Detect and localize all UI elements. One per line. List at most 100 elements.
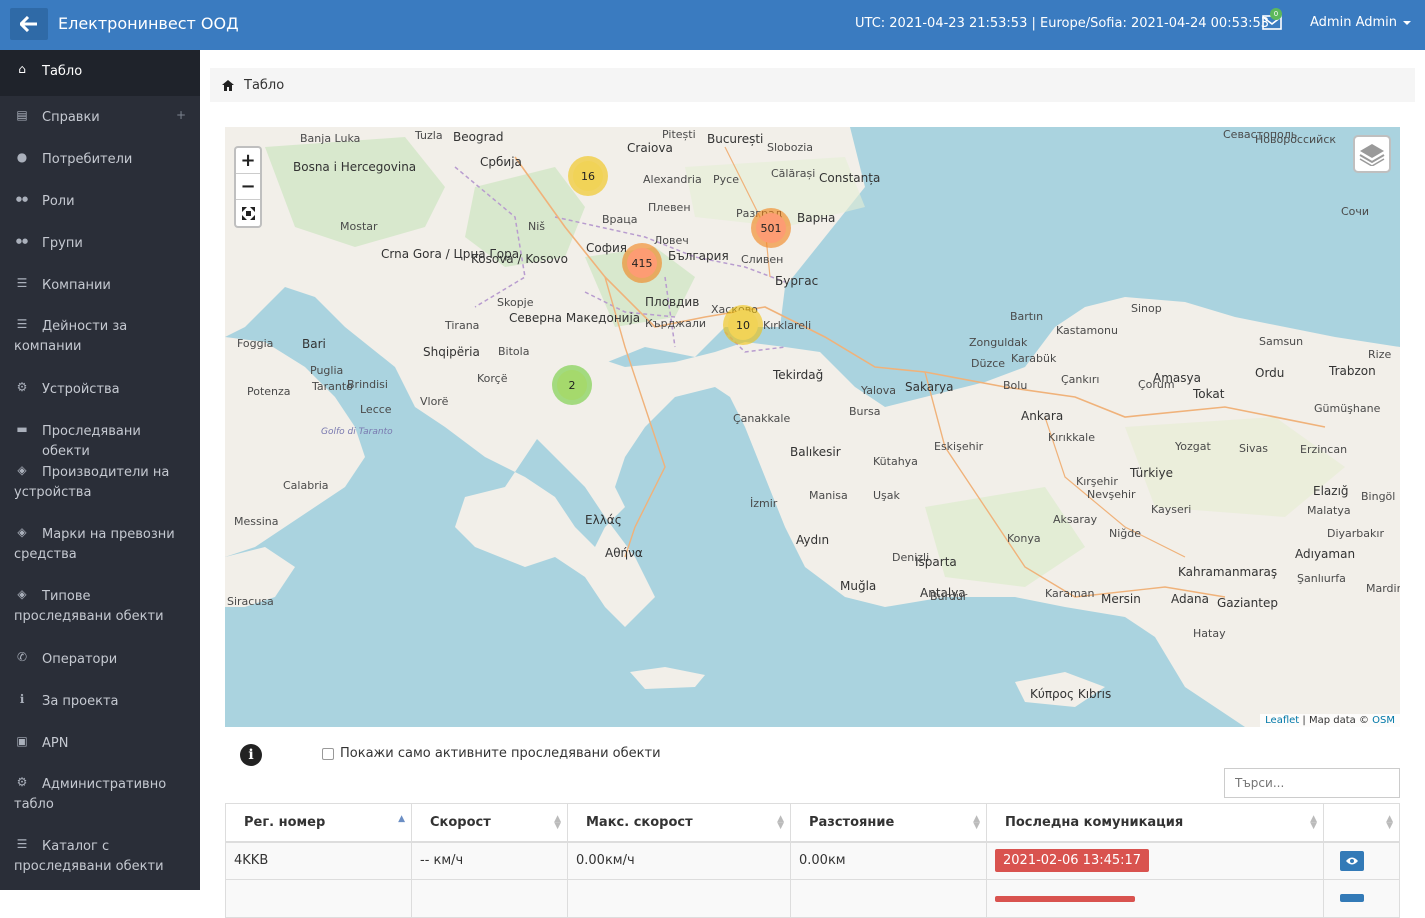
map-place-label: Potenza (247, 385, 291, 398)
leaflet-link[interactable]: Leaflet (1265, 715, 1299, 726)
sidebar-item[interactable]: ☰ Компании (0, 264, 200, 306)
map-place-label: Mostar (340, 220, 378, 233)
map-place-label: Niğde (1109, 527, 1142, 540)
column-header-actions[interactable]: ▲ ▼ (1323, 803, 1400, 843)
column-label: Скорост (430, 814, 491, 830)
fullscreen-button[interactable] (236, 200, 260, 226)
map-place-label: Călărași (771, 167, 816, 180)
map-place-label: Bingöl (1361, 490, 1396, 503)
map-place-label: Lecce (360, 403, 392, 416)
sidebar-item[interactable]: ℹ За проекта (0, 680, 200, 722)
sidebar-item[interactable]: ▤ Справки + (0, 96, 200, 138)
report-icon: ▤ (16, 108, 28, 122)
map-place-label: Crna Gora / Црна Гора (381, 247, 520, 261)
map-place-label: Kırşehir (1076, 475, 1118, 488)
map-place-label: Bitola (498, 345, 530, 358)
column-header-reg[interactable]: Рег. номер ▲ (225, 803, 412, 843)
map-place-label: Mardin (1366, 582, 1400, 595)
sidebar-item[interactable]: ✆ Оператори (0, 638, 200, 680)
map-place-label: Türkiye (1130, 466, 1173, 480)
sidebar-item[interactable]: ◈ Марки на превозни средства (0, 514, 200, 576)
map-place-label: Craiova (627, 141, 673, 155)
column-label: Разстояние (809, 814, 895, 830)
active-only-filter[interactable]: Покажи само активните проследявани обект… (322, 746, 661, 761)
users-icon: ●● (15, 237, 29, 245)
home-icon[interactable] (222, 79, 234, 91)
zoom-in-button[interactable]: + (236, 148, 260, 174)
user-menu[interactable]: Admin Admin (1310, 15, 1411, 30)
map-place-label: Пловдив (645, 295, 700, 309)
clock-readout: UTC: 2021-04-23 21:53:53 | Europe/Sofia:… (855, 16, 1270, 31)
map-place-label: Erzincan (1300, 443, 1348, 456)
sidebar-item[interactable]: ☰ Каталог с проследявани обекти (0, 826, 200, 888)
sidebar-item[interactable]: ▣ APN (0, 722, 200, 764)
sidebar-item[interactable]: ☰ Дейности за компании (0, 306, 200, 368)
map-place-label: Враца (602, 213, 638, 226)
table-row[interactable]: 4KKB -- км/ч 0.00км/ч 0.00км 2021-02-06 … (225, 841, 1400, 880)
search-input[interactable] (1224, 768, 1400, 798)
marker-cluster[interactable]: 16 (568, 156, 608, 196)
users-icon: ●● (15, 195, 29, 203)
osm-link[interactable]: OSM (1372, 715, 1395, 726)
last-comm-badge: 2021-02-06 13:45:17 (995, 849, 1150, 873)
map-place-label: Варна (797, 211, 836, 225)
map-place-label: Beograd (453, 130, 504, 144)
sidebar-item-label: Производители на устройства (14, 465, 170, 500)
map-place-label: Tokat (1193, 387, 1225, 401)
map-place-label: Siracusa (227, 595, 274, 608)
sidebar-item-label: Компании (42, 278, 111, 293)
breadcrumb: Табло (210, 68, 1415, 102)
list-icon: ☰ (16, 276, 28, 290)
map-place-label: Uşak (873, 489, 900, 502)
map-place-label: Muğla (840, 579, 877, 593)
view-button[interactable] (1340, 850, 1364, 871)
cell-actions (1323, 841, 1400, 880)
sidebar-item[interactable]: ◈ Производители на устройства (0, 452, 200, 514)
layers-button[interactable] (1353, 135, 1391, 173)
info-icon[interactable]: i (240, 744, 262, 766)
back-button[interactable] (10, 8, 48, 40)
zoom-out-button[interactable]: − (236, 174, 260, 200)
column-header-last-comm[interactable]: Последна комуникация ▲ ▼ (986, 803, 1324, 843)
map-place-label: Balıkesir (790, 445, 841, 459)
column-header-speed[interactable]: Скорост ▲ ▼ (411, 803, 568, 843)
cluster-count: 415 (627, 248, 657, 278)
sidebar-item[interactable]: ●● Групи (0, 222, 200, 264)
breadcrumb-current: Табло (244, 77, 285, 93)
marker-cluster[interactable]: 2 (552, 365, 592, 405)
active-only-label: Покажи само активните проследявани обект… (340, 746, 661, 761)
apn-icon: ▣ (16, 734, 28, 748)
active-only-checkbox[interactable] (322, 747, 334, 760)
cell-distance: 0.00км (790, 841, 987, 880)
sidebar-item[interactable]: ●● Роли (0, 180, 200, 222)
sidebar-item[interactable]: ▬ Проследявани обекти (0, 410, 200, 459)
map-place-label: Burdur (930, 590, 968, 603)
sidebar-item[interactable]: ⚙ Устройства (0, 368, 200, 410)
map-place-label: Севастополь (1223, 128, 1298, 141)
map[interactable]: Beograd Србија București Craiova Alexandria П… (225, 127, 1400, 727)
map-place-label: Niš (528, 220, 546, 233)
marker-cluster[interactable]: 501 (751, 208, 791, 248)
map-place-label: Vlorë (420, 395, 449, 408)
map-place-label: Kütahya (873, 455, 918, 468)
sidebar-item-label: Групи (42, 236, 83, 251)
map-place-label: Aksaray (1053, 513, 1098, 526)
sort-icon: ▲ ▼ (1386, 814, 1393, 831)
cell-reg: 4KKB (225, 841, 412, 880)
column-header-max-speed[interactable]: Макс. скорост ▲ ▼ (567, 803, 791, 843)
table-header-row: Рег. номер ▲ Скорост ▲ ▼ Макс. скорост ▲ ▼ Ра… (225, 803, 1400, 843)
sidebar-item[interactable]: ● Потребители (0, 138, 200, 180)
marker-cluster[interactable]: 10 (723, 305, 763, 345)
sidebar-item[interactable]: ◈ Типове проследявани обекти (0, 576, 200, 638)
map-place-label: Kırklareli (763, 319, 812, 332)
sidebar-item[interactable]: ⌂ Табло (0, 50, 200, 96)
expand-icon[interactable]: + (176, 108, 186, 122)
column-header-distance[interactable]: Разстояние ▲ ▼ (790, 803, 987, 843)
sidebar-item[interactable]: ⚙ Административно табло (0, 764, 200, 826)
map-place-label: Yalova (861, 384, 896, 397)
table-row[interactable] (225, 879, 1400, 918)
marker-cluster[interactable]: 415 (622, 243, 662, 283)
view-button[interactable] (1340, 894, 1364, 902)
map-place-label: Sinop (1131, 302, 1162, 315)
map-place-label: Сливен (741, 253, 784, 266)
